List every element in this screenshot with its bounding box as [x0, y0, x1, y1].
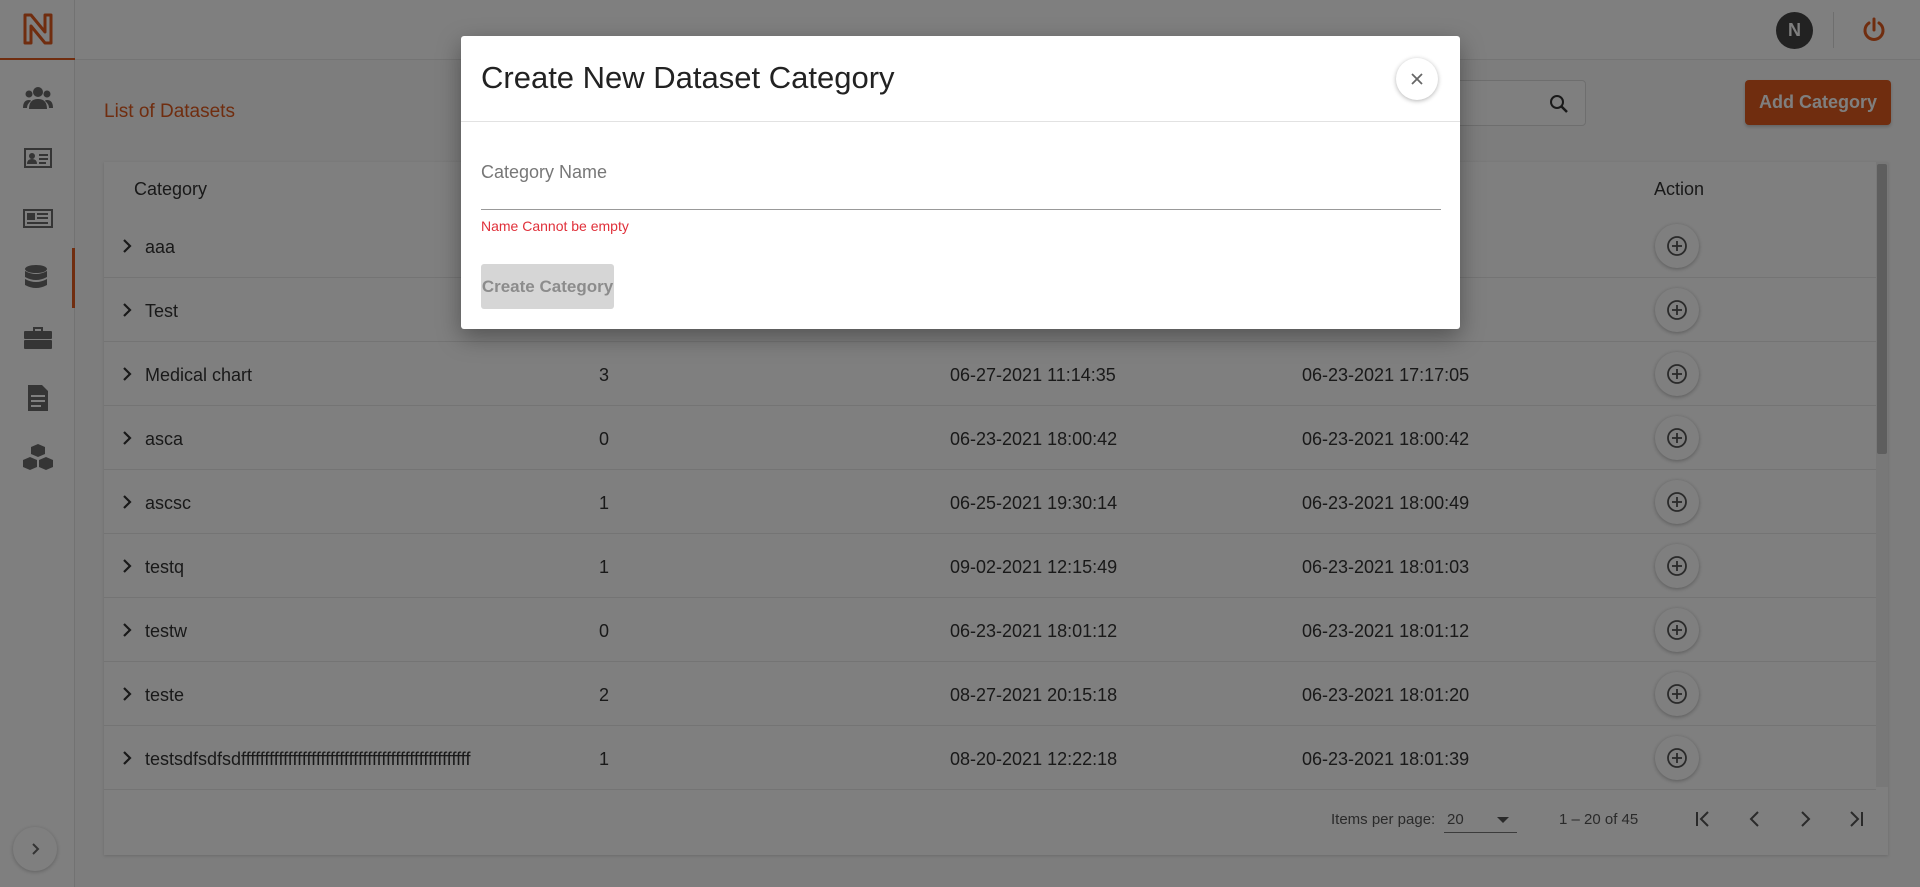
close-dialog-button[interactable]: [1396, 58, 1438, 100]
close-icon: [1411, 73, 1423, 85]
category-name-field: [481, 154, 1441, 210]
error-message: Name Cannot be empty: [481, 218, 629, 234]
category-name-input[interactable]: [481, 154, 1441, 209]
dialog-title: Create New Dataset Category: [481, 60, 895, 95]
create-category-dialog: Create New Dataset Category Name Cannot …: [461, 36, 1460, 329]
dialog-header: Create New Dataset Category: [461, 36, 1460, 122]
create-category-button[interactable]: Create Category: [481, 264, 614, 309]
